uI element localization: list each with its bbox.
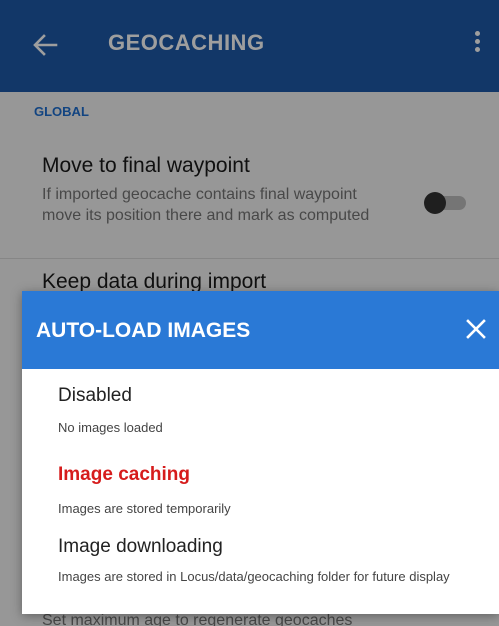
auto-load-images-dialog: AUTO-LOAD IMAGES Disabled No images load… bbox=[22, 291, 499, 614]
close-icon[interactable] bbox=[463, 316, 489, 342]
option-label: Image downloading bbox=[58, 536, 223, 557]
option-description: Images are stored temporarily bbox=[58, 501, 231, 516]
option-disabled[interactable]: Disabled No images loaded bbox=[58, 385, 488, 436]
option-label: Image caching bbox=[58, 464, 190, 485]
option-description: Images are stored in Locus/data/geocachi… bbox=[58, 569, 450, 584]
dialog-title: AUTO-LOAD IMAGES bbox=[36, 319, 251, 342]
option-label: Disabled bbox=[58, 385, 132, 406]
option-description: No images loaded bbox=[58, 420, 163, 435]
dialog-header: AUTO-LOAD IMAGES bbox=[22, 291, 499, 369]
option-image-caching[interactable]: Image caching Images are stored temporar… bbox=[58, 464, 488, 517]
option-image-downloading[interactable]: Image downloading Images are stored in L… bbox=[58, 536, 488, 585]
